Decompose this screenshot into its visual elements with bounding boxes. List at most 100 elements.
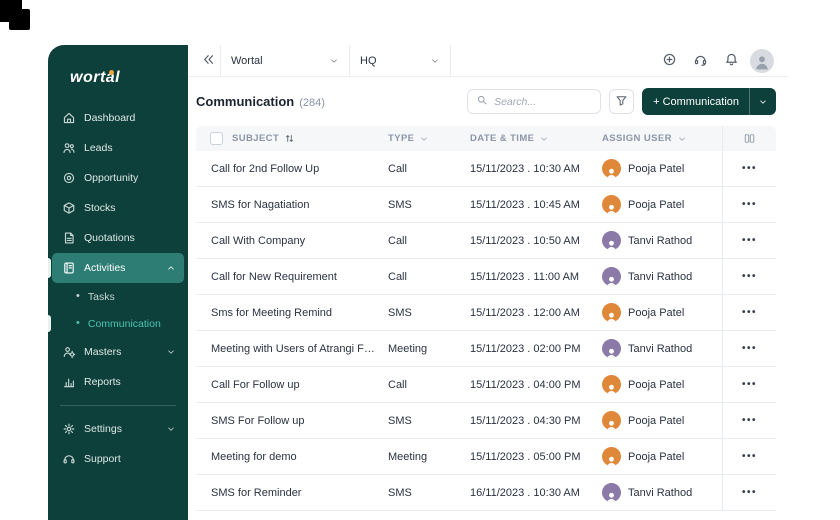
add-communication-button[interactable]: + Communication: [642, 88, 776, 115]
plus-circle-icon: [662, 52, 677, 70]
chevron-down-icon[interactable]: [677, 134, 687, 144]
subject-cell: Call For Follow up: [196, 379, 388, 391]
table-header: SUBJECT TYPE DATE & TIME ASSIGN USE: [196, 126, 776, 151]
table-row[interactable]: Sms for Meeting Remind SMS 15/11/2023 . …: [196, 295, 776, 331]
sidebar-item-quotations[interactable]: Quotations: [52, 223, 184, 253]
column-header-assign-user: ASSIGN USER: [602, 126, 722, 151]
notifications-button[interactable]: [719, 49, 743, 73]
assignee-avatar: [602, 411, 621, 430]
branch-selector[interactable]: HQ: [350, 45, 450, 77]
column-header-subject: SUBJECT: [232, 126, 388, 151]
subject-cell: Meeting with Users of Atrangi Fa...: [196, 343, 388, 355]
sidebar-item-stocks[interactable]: Stocks: [52, 193, 184, 223]
datetime-cell: 15/11/2023 . 11:00 AM: [470, 271, 602, 283]
sidebar-item-settings[interactable]: Settings: [52, 414, 184, 444]
row-actions-button[interactable]: •••: [742, 415, 757, 426]
row-actions-button[interactable]: •••: [742, 343, 757, 354]
sidebar-item-label: Opportunity: [84, 172, 138, 184]
row-actions-button[interactable]: •••: [742, 235, 757, 246]
table-row[interactable]: Call With Company Call 15/11/2023 . 10:5…: [196, 223, 776, 259]
bell-icon: [724, 52, 739, 70]
columns-icon[interactable]: [743, 132, 756, 145]
support-agent-button[interactable]: [688, 49, 712, 73]
sidebar-item-opportunity[interactable]: Opportunity: [52, 163, 184, 193]
search-input[interactable]: [494, 96, 592, 108]
assignee-avatar: [602, 483, 621, 502]
sort-icon[interactable]: [284, 133, 295, 144]
type-cell: Call: [388, 271, 470, 283]
users-icon: [62, 141, 76, 155]
chevrons-left-icon: [201, 52, 216, 70]
table-row[interactable]: Call for 2nd Follow Up Call 15/11/2023 .…: [196, 151, 776, 187]
assignee-avatar: [602, 195, 621, 214]
assign-user-cell: Tanvi Rathod: [602, 483, 722, 502]
assign-user-cell: Pooja Patel: [602, 375, 722, 394]
filter-button[interactable]: [609, 89, 634, 114]
row-actions-button[interactable]: •••: [742, 163, 757, 174]
datetime-cell: 15/11/2023 . 10:45 AM: [470, 199, 602, 211]
assignee-name: Pooja Patel: [628, 451, 684, 463]
quick-add-button[interactable]: [657, 49, 681, 73]
subject-cell: Call With Company: [196, 235, 388, 247]
assign-user-cell: Pooja Patel: [602, 447, 722, 466]
assign-user-cell: Tanvi Rathod: [602, 267, 722, 286]
sidebar-nav: DashboardLeads Opportunity StocksQuotation…: [48, 103, 188, 474]
collapse-sidebar-button[interactable]: [196, 49, 220, 73]
chevron-down-icon: [329, 56, 339, 66]
row-actions-button[interactable]: •••: [742, 487, 757, 498]
assign-user-cell: Pooja Patel: [602, 411, 722, 430]
assignee-avatar: [602, 159, 621, 178]
sidebar-item-activities[interactable]: Activities: [52, 253, 184, 283]
table-row[interactable]: Meeting for demo Meeting 15/11/2023 . 05…: [196, 439, 776, 475]
sidebar-item-dashboard[interactable]: Dashboard: [52, 103, 184, 133]
assign-user-cell: Tanvi Rathod: [602, 231, 722, 250]
table-row[interactable]: SMS For Follow up SMS 15/11/2023 . 04:30…: [196, 403, 776, 439]
row-actions-button[interactable]: •••: [742, 307, 757, 318]
headset-icon: [693, 52, 708, 70]
assignee-name: Tanvi Rathod: [628, 343, 692, 355]
assign-user-cell: Pooja Patel: [602, 195, 722, 214]
chevron-down-icon[interactable]: [419, 134, 429, 144]
table-row[interactable]: SMS for Reminder SMS 16/11/2023 . 10:30 …: [196, 475, 776, 511]
add-communication-label: + Communication: [653, 96, 739, 108]
row-actions-cell: •••: [722, 403, 776, 438]
bullet: •: [76, 291, 80, 302]
assignee-avatar: [602, 303, 621, 322]
row-actions-button[interactable]: •••: [742, 199, 757, 210]
user-avatar[interactable]: [750, 49, 774, 73]
corner-square-2: [9, 9, 30, 30]
sidebar-item-reports[interactable]: Reports: [52, 367, 184, 397]
row-actions-button[interactable]: •••: [742, 271, 757, 282]
datetime-cell: 15/11/2023 . 04:00 PM: [470, 379, 602, 391]
assignee-avatar: [602, 339, 621, 358]
sidebar-item-support[interactable]: Support: [52, 444, 184, 474]
table-row[interactable]: Meeting with Users of Atrangi Fa... Meet…: [196, 331, 776, 367]
table-row[interactable]: SMS for Nagatiation SMS 15/11/2023 . 10:…: [196, 187, 776, 223]
sidebar-item-label: Tasks: [88, 291, 115, 303]
sidebar-item-leads[interactable]: Leads: [52, 133, 184, 163]
app-window: wortal DashboardLeadsOpportunityStocksQu…: [48, 45, 788, 520]
row-actions-button[interactable]: •••: [742, 451, 757, 462]
chevron-down-icon[interactable]: [539, 134, 549, 144]
type-cell: Call: [388, 235, 470, 247]
table-row[interactable]: Call for New Requirement Call 15/11/2023…: [196, 259, 776, 295]
row-actions-cell: •••: [722, 259, 776, 294]
home-icon: [62, 111, 76, 125]
sidebar-item-tasks[interactable]: • Tasks: [52, 283, 184, 310]
datetime-cell: 15/11/2023 . 04:30 PM: [470, 415, 602, 427]
row-actions-button[interactable]: •••: [742, 379, 757, 390]
table-row[interactable]: Call For Follow up Call 15/11/2023 . 04:…: [196, 367, 776, 403]
sidebar-item-masters[interactable]: Masters: [52, 337, 184, 367]
workspace-selector[interactable]: Wortal: [221, 45, 349, 77]
box-icon: [62, 201, 76, 215]
sidebar-item-communication[interactable]: •Communication: [52, 310, 184, 337]
row-actions-cell: •••: [722, 439, 776, 474]
subject-cell: SMS for Nagatiation: [196, 199, 388, 211]
column-header-type: TYPE: [388, 126, 470, 151]
select-all-checkbox[interactable]: [210, 132, 223, 145]
sidebar-item-label: Activities: [84, 262, 125, 274]
chevron-down-icon: [430, 56, 440, 66]
search-icon: [476, 93, 488, 111]
page-header: Communication (284) + Communication: [196, 77, 776, 126]
topbar-right: [657, 49, 774, 73]
